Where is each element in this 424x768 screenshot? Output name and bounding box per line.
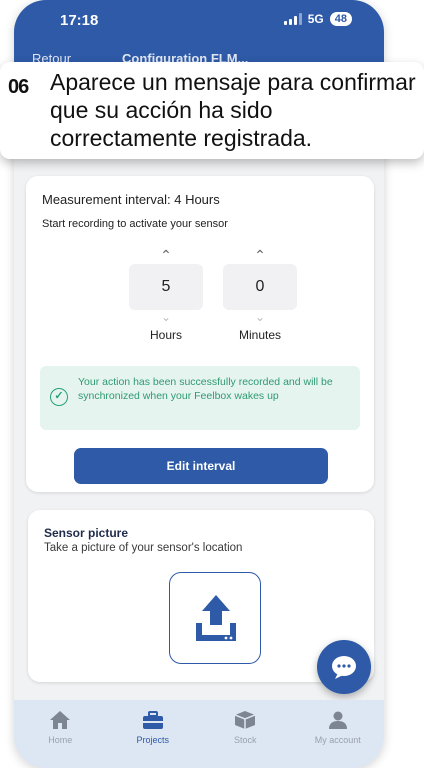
bottom-nav: Home Projects Stock My account bbox=[14, 700, 384, 768]
hours-picker: ⌃ 5 ⌄ Hours bbox=[129, 246, 203, 342]
user-icon bbox=[328, 711, 347, 729]
callout-text: Aparece un mensaje para confirmar que su… bbox=[50, 69, 416, 151]
check-circle-icon: ✓ bbox=[50, 388, 68, 406]
nav-label-stock: Stock bbox=[233, 735, 257, 745]
chevron-down-icon[interactable]: ⌄ bbox=[129, 310, 203, 324]
chevron-up-icon[interactable]: ⌃ bbox=[223, 246, 297, 264]
success-message: ✓ Your action has been successfully reco… bbox=[40, 366, 360, 430]
nav-item-account[interactable]: My account bbox=[292, 700, 385, 768]
sensor-picture-title: Sensor picture bbox=[44, 526, 129, 540]
chevron-up-icon[interactable]: ⌃ bbox=[129, 246, 203, 264]
chat-button[interactable] bbox=[317, 640, 371, 694]
success-message-text: Your action has been successfully record… bbox=[78, 376, 333, 402]
nav-label-account: My account bbox=[314, 735, 361, 745]
battery-icon: 48 bbox=[329, 12, 352, 26]
upload-icon bbox=[196, 595, 236, 641]
sensor-picture-subtitle: Take a picture of your sensor's location bbox=[44, 542, 243, 554]
home-icon bbox=[50, 711, 71, 729]
minutes-value[interactable]: 0 bbox=[223, 264, 297, 310]
minutes-label: Minutes bbox=[238, 328, 282, 342]
hours-label: Hours bbox=[149, 328, 182, 342]
box-icon bbox=[234, 711, 256, 729]
upload-picture-button[interactable] bbox=[169, 572, 261, 664]
network-label: 5G bbox=[307, 12, 324, 26]
nav-item-home[interactable]: Home bbox=[14, 700, 107, 768]
minutes-picker: ⌃ 0 ⌄ Minutes bbox=[223, 246, 297, 342]
nav-label-home: Home bbox=[48, 735, 73, 745]
callout-step-number: 06 bbox=[8, 76, 29, 98]
edit-interval-button[interactable]: Edit interval bbox=[74, 448, 328, 484]
chat-icon bbox=[332, 656, 356, 679]
interval-label: Measurement interval: 4 Hours bbox=[42, 192, 220, 207]
interval-sublabel: Start recording to activate your sensor bbox=[42, 218, 228, 230]
nav-label-projects: Projects bbox=[136, 735, 169, 745]
nav-item-projects[interactable]: Projects bbox=[107, 700, 200, 768]
interval-card: Measurement interval: 4 Hours Start reco… bbox=[26, 176, 374, 492]
status-time: 17:18 bbox=[60, 12, 99, 29]
signal-icon bbox=[283, 13, 302, 25]
instruction-callout: 06 Aparece un mensaje para confirmar que… bbox=[0, 62, 424, 159]
hours-value[interactable]: 5 bbox=[129, 264, 203, 310]
status-indicators: 5G 48 bbox=[283, 12, 352, 26]
chevron-down-icon[interactable]: ⌄ bbox=[223, 310, 297, 324]
briefcase-icon bbox=[142, 711, 163, 729]
nav-item-stock[interactable]: Stock bbox=[199, 700, 292, 768]
